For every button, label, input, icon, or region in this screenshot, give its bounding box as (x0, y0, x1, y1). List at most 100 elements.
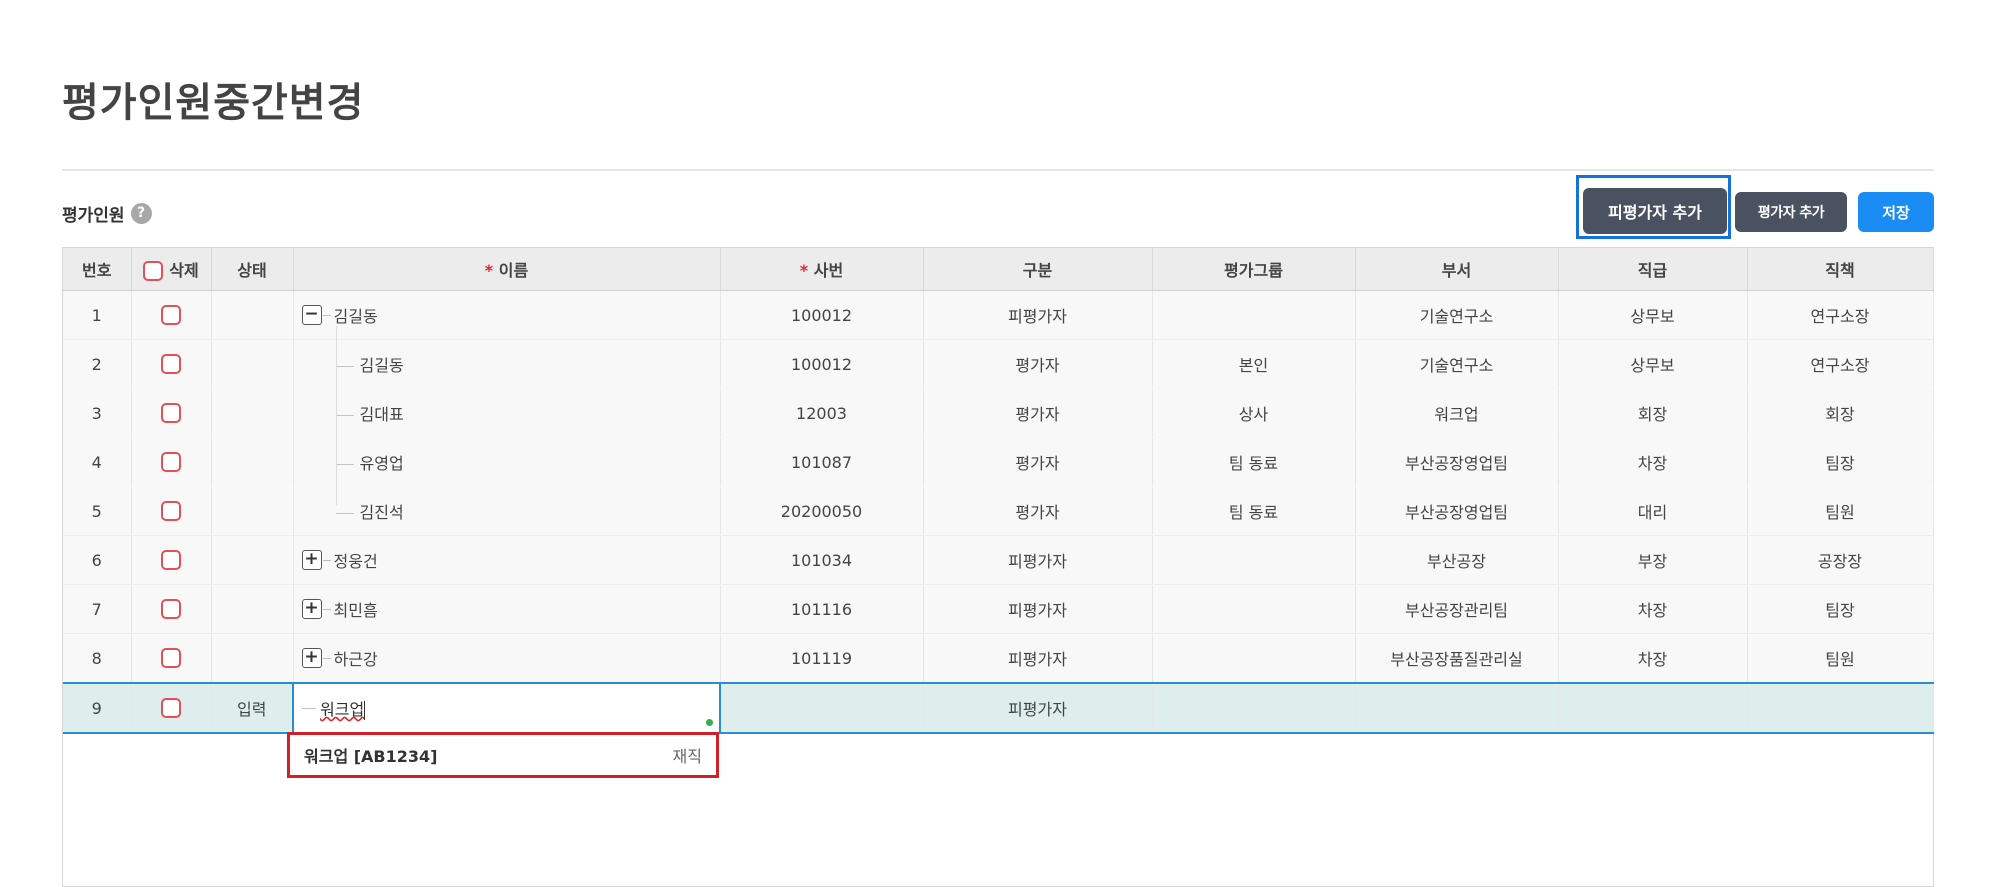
cell-empno[interactable]: 101034 (720, 535, 924, 585)
delete-checkbox[interactable] (161, 354, 181, 375)
cell-type[interactable]: 평가자 (923, 339, 1153, 389)
cell-group[interactable] (1152, 633, 1356, 684)
help-icon[interactable]: ? (130, 203, 152, 224)
table-row[interactable]: 4 유영업 101087 평가자 팀 동료 부산공장영업팀 차장 팀장 (63, 437, 1934, 487)
select-all-checkbox[interactable] (143, 261, 164, 282)
header-delete[interactable]: 삭제 (131, 248, 212, 291)
cell-type[interactable]: 피평가자 (923, 682, 1153, 734)
delete-checkbox[interactable] (161, 698, 181, 719)
cell-duty[interactable]: 팀장 (1747, 584, 1934, 634)
cell-type[interactable]: 피평가자 (923, 535, 1153, 585)
delete-checkbox[interactable] (161, 305, 181, 326)
table-row[interactable]: 1 − 김길동 100012 피평가자 기술연구소 상무보 연구소장 (63, 290, 1934, 340)
header-empno[interactable]: * 사번 (720, 248, 924, 291)
cell-group[interactable] (1152, 535, 1356, 585)
cell-empno[interactable]: 100012 (720, 290, 924, 340)
cell-name[interactable]: 김대표 (293, 388, 721, 438)
cell-duty[interactable]: 팀원 (1747, 486, 1934, 536)
name-edit-cell[interactable]: 워크업 (292, 682, 721, 734)
cell-type[interactable]: 평가자 (923, 388, 1153, 438)
cell-empno[interactable]: 101087 (720, 437, 924, 487)
table-row[interactable]: 5 김진석 20200050 평가자 팀 동료 부산공장영업팀 대리 팀원 (63, 486, 1934, 536)
table-row[interactable]: 3 김대표 12003 평가자 상사 워크업 회장 회장 (63, 388, 1934, 438)
header-duty[interactable]: 직책 (1747, 248, 1934, 291)
cell-type[interactable]: 피평가자 (923, 584, 1153, 634)
delete-checkbox[interactable] (161, 501, 181, 522)
cell-duty[interactable]: 공장장 (1747, 535, 1934, 585)
cell-name[interactable]: + 정웅건 (293, 535, 721, 585)
delete-checkbox[interactable] (161, 403, 181, 424)
table-row-editing[interactable]: 9 입력 워크업 피평가자 (63, 682, 1934, 734)
delete-checkbox[interactable] (161, 452, 181, 473)
cell-grade[interactable]: 상무보 (1558, 290, 1748, 340)
name-input[interactable]: 워크업 (320, 696, 366, 720)
cell-delete[interactable] (131, 388, 212, 438)
cell-dept[interactable] (1355, 682, 1559, 734)
expand-icon[interactable]: + (301, 648, 322, 668)
cell-duty[interactable] (1747, 682, 1934, 734)
cell-delete[interactable] (131, 290, 212, 340)
cell-group[interactable] (1152, 584, 1356, 634)
cell-delete[interactable] (131, 535, 212, 585)
cell-group[interactable]: 상사 (1152, 388, 1356, 438)
cell-dept[interactable]: 부산공장영업팀 (1355, 486, 1559, 536)
cell-dept[interactable]: 기술연구소 (1355, 290, 1559, 340)
cell-grade[interactable]: 상무보 (1558, 339, 1748, 389)
cell-delete[interactable] (131, 437, 212, 487)
delete-checkbox[interactable] (161, 599, 181, 620)
cell-name[interactable]: + 하근강 (293, 633, 721, 684)
header-name[interactable]: * 이름 (293, 248, 721, 291)
cell-dept[interactable]: 부산공장영업팀 (1355, 437, 1559, 487)
cell-group[interactable]: 팀 동료 (1152, 486, 1356, 536)
save-button[interactable]: 저장 (1858, 192, 1934, 232)
cell-empno[interactable]: 101119 (720, 633, 924, 684)
cell-duty[interactable]: 팀장 (1747, 437, 1934, 487)
cell-type[interactable]: 평가자 (923, 437, 1153, 487)
cell-duty[interactable]: 팀원 (1747, 633, 1934, 684)
cell-dept[interactable]: 기술연구소 (1355, 339, 1559, 389)
cell-delete[interactable] (131, 584, 212, 634)
add-evaluatee-button[interactable]: 피평가자 추가 (1583, 188, 1727, 234)
cell-group[interactable]: 팀 동료 (1152, 437, 1356, 487)
cell-name[interactable]: 김진석 (293, 486, 721, 536)
cell-grade[interactable] (1558, 682, 1748, 734)
cell-dept[interactable]: 부산공장 (1355, 535, 1559, 585)
cell-type[interactable]: 피평가자 (923, 633, 1153, 684)
cell-dept[interactable]: 부산공장품질관리실 (1355, 633, 1559, 684)
cell-delete[interactable] (131, 633, 212, 684)
cell-type[interactable]: 피평가자 (923, 290, 1153, 340)
cell-grade[interactable]: 차장 (1558, 437, 1748, 487)
cell-group[interactable] (1152, 682, 1356, 734)
cell-group[interactable]: 본인 (1152, 339, 1356, 389)
collapse-icon[interactable]: − (301, 305, 322, 325)
cell-type[interactable]: 평가자 (923, 486, 1153, 536)
cell-dept[interactable]: 부산공장관리팀 (1355, 584, 1559, 634)
cell-group[interactable] (1152, 290, 1356, 340)
cell-duty[interactable]: 연구소장 (1747, 339, 1934, 389)
header-grade[interactable]: 직급 (1558, 248, 1748, 291)
delete-checkbox[interactable] (161, 550, 181, 571)
cell-grade[interactable]: 회장 (1558, 388, 1748, 438)
autocomplete-suggestion[interactable]: 워크업 [AB1234] 재직 (287, 732, 719, 778)
cell-grade[interactable]: 차장 (1558, 633, 1748, 684)
header-type[interactable]: 구분 (923, 248, 1153, 291)
cell-grade[interactable]: 부장 (1558, 535, 1748, 585)
cell-name[interactable]: − 김길동 (293, 290, 721, 340)
cell-duty[interactable]: 연구소장 (1747, 290, 1934, 340)
expand-icon[interactable]: + (301, 550, 322, 570)
cell-empno[interactable]: 12003 (720, 388, 924, 438)
cell-duty[interactable]: 회장 (1747, 388, 1934, 438)
cell-grade[interactable]: 대리 (1558, 486, 1748, 536)
table-row[interactable]: 8 + 하근강 101119 피평가자 부산공장품질관리실 차장 팀원 (63, 633, 1934, 684)
cell-grade[interactable]: 차장 (1558, 584, 1748, 634)
cell-empno[interactable]: 100012 (720, 339, 924, 389)
table-row[interactable]: 2 김길동 100012 평가자 본인 기술연구소 상무보 연구소장 (63, 339, 1934, 389)
cell-empno[interactable] (720, 682, 924, 734)
expand-icon[interactable]: + (301, 599, 322, 619)
cell-name[interactable]: 김길동 (293, 339, 721, 389)
cell-delete[interactable] (131, 339, 212, 389)
cell-delete[interactable] (131, 682, 212, 734)
cell-name[interactable]: + 최민흠 (293, 584, 721, 634)
cell-dept[interactable]: 워크업 (1355, 388, 1559, 438)
delete-checkbox[interactable] (161, 648, 181, 669)
